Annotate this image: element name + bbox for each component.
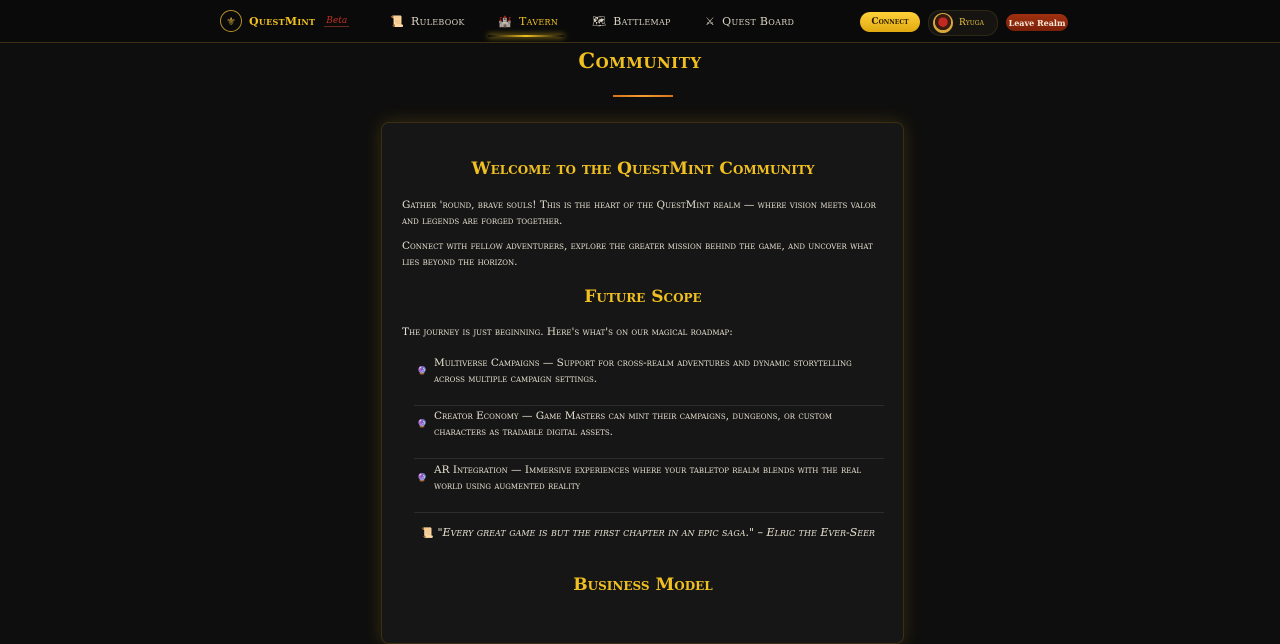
welcome-paragraph-2: Connect with fellow adventurers, explore…: [402, 240, 873, 268]
user-profile[interactable]: Ryuga: [928, 10, 998, 36]
welcome-heading: Welcome to the QuestMint Community: [471, 159, 815, 179]
roadmap-item-text: Creator Economy — Game Masters can mint …: [434, 410, 833, 438]
roadmap-item-text: AR Integration — Immersive experiences w…: [434, 464, 862, 492]
scroll-icon: 📜: [390, 14, 404, 28]
castle-icon: 🏰: [498, 14, 512, 28]
roadmap-item-text: Multiverse Campaigns — Support for cross…: [434, 357, 852, 385]
nav-tavern-label: Tavern: [519, 14, 559, 28]
avatar: [933, 13, 953, 33]
list-item: 🔮 Multiverse Campaigns — Support for cro…: [414, 352, 884, 406]
nav-rulebook-label: Rulebook: [411, 14, 465, 28]
active-tab-underline: [488, 35, 564, 37]
crystal-ball-icon: 🔮: [417, 473, 427, 482]
list-item: 🔮 Creator Economy — Game Masters can min…: [414, 405, 884, 459]
title-divider: [613, 95, 673, 97]
leave-realm-button[interactable]: Leave Realm: [1006, 14, 1068, 31]
brand-name: QuestMint: [249, 14, 316, 28]
future-scope-intro: The journey is just beginning. Here's wh…: [402, 326, 733, 338]
crossed-swords-icon: ⚔: [705, 14, 716, 28]
nav-quest-board[interactable]: ⚔ Quest Board: [705, 12, 794, 30]
connect-button[interactable]: Connect: [860, 12, 920, 32]
beta-badge: Beta: [324, 15, 350, 27]
quote: 📜 "Every great game is but the first chap…: [412, 525, 884, 542]
nav-battlemap-label: Battlemap: [613, 14, 671, 28]
business-model-heading: Business Model: [573, 575, 713, 595]
brand[interactable]: ⚜ QuestMint Beta: [220, 10, 350, 32]
page-title: Community: [578, 48, 702, 73]
map-icon: 🗺: [592, 14, 607, 28]
welcome-paragraph-1: Gather 'round, brave souls! This is the …: [402, 199, 876, 227]
user-name: Ryuga: [959, 18, 984, 28]
nav-battlemap[interactable]: 🗺 Battlemap: [592, 12, 671, 30]
future-scope-heading: Future Scope: [584, 287, 702, 307]
scroll-quote-icon: 📜: [421, 528, 434, 539]
list-item: 🔮 AR Integration — Immersive experiences…: [414, 459, 884, 513]
crystal-ball-icon: 🔮: [417, 366, 427, 375]
top-nav: ⚜ QuestMint Beta 📜 Rulebook 🏰 Tavern 🗺 B…: [0, 0, 1280, 43]
dragon-logo-icon: ⚜: [220, 10, 242, 32]
community-card: Welcome to the QuestMint Community Gathe…: [381, 122, 904, 644]
nav-tavern[interactable]: 🏰 Tavern: [498, 12, 558, 30]
quote-text: "Every great game is but the first chapt…: [437, 526, 875, 539]
crystal-ball-icon: 🔮: [417, 419, 427, 428]
nav-quest-board-label: Quest Board: [722, 14, 795, 28]
nav-rulebook[interactable]: 📜 Rulebook: [390, 12, 465, 30]
